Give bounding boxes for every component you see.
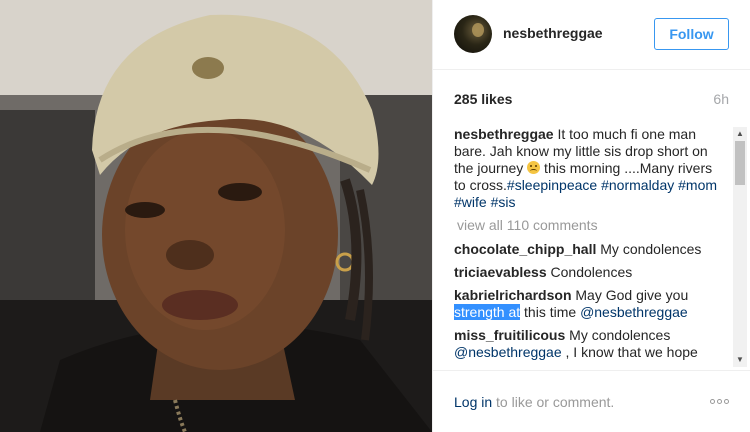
view-all-comments-link[interactable]: view all 110 comments (457, 217, 727, 233)
hashtag[interactable]: #wife (454, 194, 487, 210)
post-footer: Log in to like or comment. (433, 370, 750, 432)
login-suffix: to like or comment. (492, 394, 615, 410)
comment-text: , I know that we hope (561, 344, 698, 360)
comment-text: this time (520, 304, 581, 320)
post-stats: 285 likes 6h (433, 70, 750, 126)
caption-username[interactable]: nesbethreggae (454, 126, 554, 142)
sad-face-icon (527, 161, 541, 174)
post-username[interactable]: nesbethreggae (503, 25, 603, 41)
post-time[interactable]: 6h (713, 91, 729, 107)
comment-item: kabrielrichardson May God give you stren… (454, 287, 727, 321)
follow-button[interactable]: Follow (654, 18, 729, 50)
more-options-icon[interactable] (708, 393, 729, 407)
comment-username[interactable]: triciaevabless (454, 264, 547, 280)
comment-username[interactable]: kabrielrichardson (454, 287, 572, 303)
comment-text: May God give you (571, 287, 689, 303)
comment-username[interactable]: miss_fruitilicous (454, 327, 565, 343)
comment-item: triciaevabless Condolences (454, 264, 727, 281)
selected-text: strength at (454, 304, 521, 320)
comment-text: Condolences (546, 264, 633, 280)
post-photo-illustration (0, 0, 432, 432)
post-sidebar: nesbethreggae Follow 285 likes 6h nesbet… (432, 0, 750, 432)
mention-link[interactable]: @nesbethreggae (580, 304, 688, 320)
hashtag[interactable]: #sis (491, 194, 516, 210)
instagram-post: nesbethreggae Follow 285 likes 6h nesbet… (0, 0, 750, 432)
post-caption: nesbethreggae It too much fi one man bar… (454, 126, 727, 211)
comments-section: nesbethreggae It too much fi one man bar… (433, 126, 750, 370)
mention-link[interactable]: @nesbethreggae (454, 344, 562, 360)
hashtag[interactable]: #sleepinpeace (507, 177, 597, 193)
scroll-up-icon[interactable]: ▲ (733, 127, 747, 141)
comment-text: My condolences (565, 327, 671, 343)
scrollbar-thumb[interactable] (735, 141, 745, 185)
comment-username[interactable]: chocolate_chipp_hall (454, 241, 596, 257)
avatar[interactable] (454, 15, 492, 53)
comment-item: miss_fruitilicous My condolences @nesbet… (454, 327, 727, 361)
scroll-down-icon[interactable]: ▼ (733, 353, 747, 367)
login-prompt: Log in to like or comment. (454, 394, 614, 410)
likes-count[interactable]: 285 likes (454, 91, 512, 107)
comment-item: chocolate_chipp_hall My condolences (454, 241, 727, 258)
hashtag[interactable]: #mom (678, 177, 717, 193)
post-photo (0, 0, 432, 432)
login-link[interactable]: Log in (454, 394, 492, 410)
hashtag[interactable]: #normalday (601, 177, 674, 193)
post-header: nesbethreggae Follow (433, 0, 750, 70)
comments-scrollbar[interactable]: ▲ ▼ (733, 127, 747, 367)
comment-text: My condolences (596, 241, 702, 257)
